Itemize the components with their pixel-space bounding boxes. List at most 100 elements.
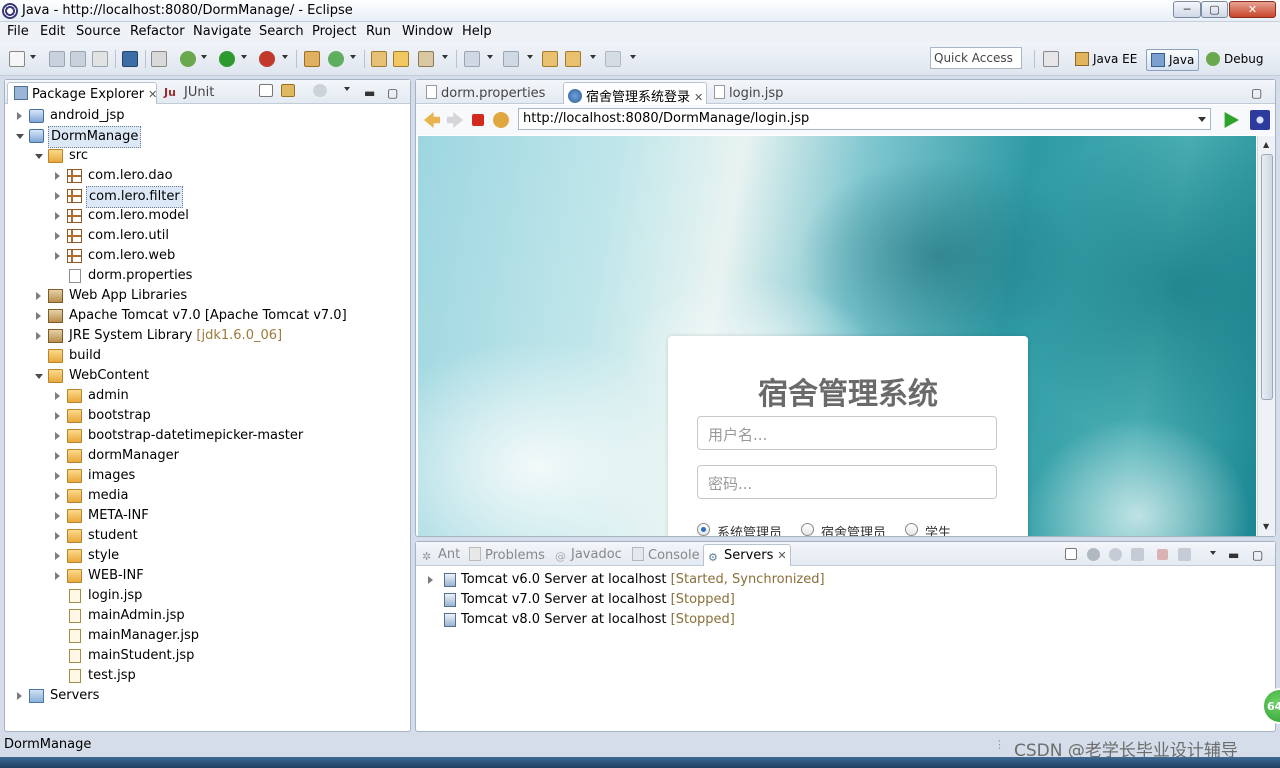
quick-access-input[interactable]: Quick Access: [930, 47, 1022, 69]
go-icon[interactable]: [1224, 112, 1239, 128]
view-menu-icon[interactable]: [344, 87, 350, 91]
link-with-editor-icon[interactable]: [281, 84, 295, 97]
last-edit-location-icon[interactable]: [542, 51, 558, 67]
menu-navigate[interactable]: Navigate: [193, 24, 251, 39]
close-button[interactable]: ✕: [1229, 1, 1276, 18]
close-icon[interactable]: ✕: [694, 91, 703, 104]
expand-arrow-icon[interactable]: [55, 172, 60, 180]
maximize-view-icon[interactable]: ▢: [387, 86, 398, 100]
expand-arrow-icon[interactable]: [55, 512, 60, 520]
menu-window[interactable]: Window: [402, 24, 453, 39]
tab-servers[interactable]: ⚙ Servers ✕: [703, 544, 791, 566]
minimize-button[interactable]: ─: [1173, 1, 1201, 18]
external-tools-icon[interactable]: [259, 51, 275, 67]
expand-arrow-icon[interactable]: [55, 432, 60, 440]
expand-arrow-icon[interactable]: [428, 576, 433, 584]
expand-arrow-icon[interactable]: [17, 112, 22, 120]
menu-edit[interactable]: Edit: [40, 24, 65, 39]
expand-arrow-icon[interactable]: [36, 292, 41, 300]
view-menu-icon[interactable]: [1210, 551, 1216, 555]
forward-icon[interactable]: [605, 51, 621, 67]
open-perspective-icon[interactable]: [1043, 51, 1059, 67]
skip-breakpoints-icon[interactable]: [151, 51, 167, 67]
expand-arrow-icon[interactable]: [55, 492, 60, 500]
forward-arrow-icon[interactable]: [447, 112, 463, 128]
tab-junit[interactable]: Ju JUnit: [162, 82, 232, 104]
print-icon[interactable]: [92, 51, 108, 67]
url-dropdown-icon[interactable]: [1198, 117, 1206, 122]
collapse-arrow-icon[interactable]: [35, 374, 43, 379]
back-arrow-icon[interactable]: [424, 112, 440, 128]
scroll-down-icon[interactable]: ▼: [1263, 522, 1269, 531]
next-annotation-icon[interactable]: [464, 51, 480, 67]
new-java-project-icon[interactable]: [304, 51, 320, 67]
username-input[interactable]: 用户名...: [697, 416, 997, 450]
expand-arrow-icon[interactable]: [17, 692, 22, 700]
perspective-debug[interactable]: Debug: [1202, 49, 1267, 71]
menu-file[interactable]: File: [7, 24, 29, 39]
menu-run[interactable]: Run: [366, 24, 391, 39]
browser-scrollbar[interactable]: ▲ ▼: [1257, 136, 1275, 536]
tab-login-page[interactable]: 宿舍管理系统登录 ✕: [563, 82, 707, 105]
external-tools-dropdown-icon[interactable]: [282, 55, 288, 59]
forward-dropdown-icon[interactable]: [630, 55, 636, 59]
collapse-all-icon[interactable]: [259, 84, 273, 97]
expand-arrow-icon[interactable]: [55, 252, 60, 260]
expand-arrow-icon[interactable]: [55, 392, 60, 400]
new-icon[interactable]: [9, 51, 25, 67]
stop-server-icon[interactable]: [1157, 549, 1168, 560]
collapse-all-icon[interactable]: [1065, 548, 1077, 560]
debug-icon[interactable]: [180, 51, 196, 67]
tab-ant[interactable]: ✲ Ant: [422, 544, 464, 566]
new-class-icon[interactable]: [328, 51, 344, 67]
maximize-button[interactable]: ▢: [1201, 1, 1228, 18]
role-radio-dorm-manager[interactable]: 宿舍管理员: [801, 522, 886, 536]
debug-server-icon[interactable]: [1087, 548, 1100, 561]
minimize-view-icon[interactable]: ▬: [1228, 548, 1239, 562]
tab-dorm-properties[interactable]: dorm.properties: [424, 82, 564, 104]
run-dropdown-icon[interactable]: [241, 55, 247, 59]
tab-console[interactable]: Console: [632, 544, 702, 566]
expand-arrow-icon[interactable]: [55, 412, 60, 420]
maximize-view-icon[interactable]: ▢: [1251, 86, 1262, 100]
eclipse-browser-icon[interactable]: [1250, 110, 1270, 130]
debug-dropdown-icon[interactable]: [201, 55, 207, 59]
menu-help[interactable]: Help: [462, 24, 492, 39]
previous-annotation-dropdown-icon[interactable]: [527, 55, 533, 59]
expand-arrow-icon[interactable]: [55, 472, 60, 480]
role-radio-system-admin[interactable]: 系统管理员: [697, 522, 782, 536]
tab-login-jsp[interactable]: login.jsp: [712, 82, 802, 104]
expand-arrow-icon[interactable]: [36, 332, 41, 340]
perspective-java-ee[interactable]: Java EE: [1071, 49, 1141, 71]
refresh-icon[interactable]: [493, 112, 509, 128]
expand-arrow-icon[interactable]: [55, 212, 60, 220]
search-dropdown-icon[interactable]: [442, 55, 448, 59]
console-icon[interactable]: [122, 51, 138, 67]
close-icon[interactable]: ✕: [777, 549, 786, 562]
close-icon[interactable]: ✕: [148, 88, 157, 101]
perspective-java[interactable]: Java: [1146, 49, 1200, 71]
back-icon[interactable]: [565, 51, 581, 67]
minimize-view-icon[interactable]: ▬: [364, 86, 375, 100]
expand-arrow-icon[interactable]: [55, 532, 60, 540]
collapse-arrow-icon[interactable]: [35, 154, 43, 159]
tab-problems[interactable]: Problems: [469, 544, 549, 566]
new-class-dropdown-icon[interactable]: [350, 55, 356, 59]
scrollbar-thumb[interactable]: [1261, 154, 1273, 400]
expand-arrow-icon[interactable]: [36, 312, 41, 320]
next-annotation-dropdown-icon[interactable]: [487, 55, 493, 59]
save-icon[interactable]: [49, 51, 65, 67]
new-dropdown-icon[interactable]: [30, 55, 36, 59]
stop-icon[interactable]: [472, 114, 484, 126]
expand-arrow-icon[interactable]: [55, 192, 60, 200]
menu-project[interactable]: Project: [312, 24, 356, 39]
url-input[interactable]: http://localhost:8080/DormManage/login.j…: [518, 108, 1211, 130]
menu-refactor[interactable]: Refactor: [130, 24, 185, 39]
menu-source[interactable]: Source: [76, 24, 121, 39]
menu-search[interactable]: Search: [259, 24, 304, 39]
previous-annotation-icon[interactable]: [503, 51, 519, 67]
scroll-up-icon[interactable]: ▲: [1263, 140, 1269, 149]
expand-arrow-icon[interactable]: [55, 572, 60, 580]
profile-server-icon[interactable]: [1131, 548, 1144, 561]
start-server-icon[interactable]: [1109, 548, 1122, 561]
